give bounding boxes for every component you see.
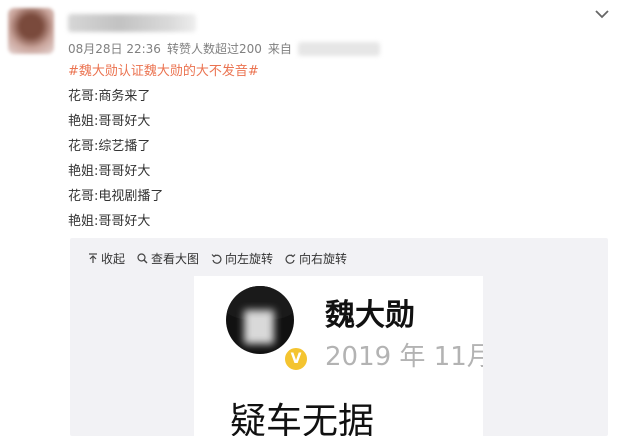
repost-count: 转赞人数超过200 — [166, 42, 262, 56]
post-header: 08月28日 22:36 转赞人数超过200 来自 — [0, 0, 622, 60]
view-large-button[interactable]: 查看大图 — [137, 250, 199, 267]
post-line: 艳姐:哥哥好大 — [68, 164, 151, 179]
username-redacted[interactable] — [68, 14, 196, 32]
post-line: 花哥:综艺播了 — [68, 139, 151, 154]
embedded-avatar — [226, 286, 294, 354]
collapse-label: 收起 — [101, 252, 126, 266]
post-date[interactable]: 08月28日 22:36 — [68, 40, 161, 57]
embedded-caption: 疑车无据 — [230, 401, 375, 436]
rotate-left-icon — [211, 253, 222, 264]
media-viewer: 收起 查看大图 向左旋转 向右旋转 V 魏大勋 2019 年 11月 疑车无据 — [70, 238, 608, 436]
collapse-button[interactable]: 收起 — [88, 250, 125, 267]
post-body: #魏大勋认证魏大勋的大不发音# 花哥:商务来了 艳姐:哥哥好大 花哥:综艺播了 … — [68, 64, 608, 230]
source-redacted — [297, 41, 380, 56]
media-toolbar: 收起 查看大图 向左旋转 向右旋转 — [88, 250, 347, 267]
post-line: 艳姐:哥哥好大 — [68, 114, 151, 129]
embedded-screenshot[interactable]: V 魏大勋 2019 年 11月 疑车无据 — [194, 276, 483, 436]
search-icon — [137, 253, 148, 264]
source-prefix: 来自 — [267, 42, 292, 56]
avatar[interactable] — [8, 8, 54, 54]
rotate-left-button[interactable]: 向左旋转 — [211, 250, 273, 267]
chevron-down-icon[interactable] — [594, 6, 610, 22]
view-large-label: 查看大图 — [151, 252, 200, 266]
verified-badge-icon: V — [283, 346, 309, 372]
rotate-right-icon — [285, 253, 296, 264]
post-meta: 08月28日 22:36 转赞人数超过200 来自 — [68, 40, 380, 57]
rotate-right-button[interactable]: 向右旋转 — [285, 250, 347, 267]
collapse-icon — [88, 253, 98, 264]
rotate-left-label: 向左旋转 — [225, 252, 274, 266]
embedded-username: 魏大勋 — [325, 298, 415, 333]
post-line: 花哥:商务来了 — [68, 89, 151, 104]
rotate-right-label: 向右旋转 — [299, 252, 348, 266]
hashtag-link[interactable]: #魏大勋认证魏大勋的大不发音# — [68, 64, 608, 80]
embedded-date: 2019 年 11月 — [325, 342, 483, 372]
post-line: 艳姐:哥哥好大 — [68, 214, 151, 229]
post-line: 花哥:电视剧播了 — [68, 189, 164, 204]
